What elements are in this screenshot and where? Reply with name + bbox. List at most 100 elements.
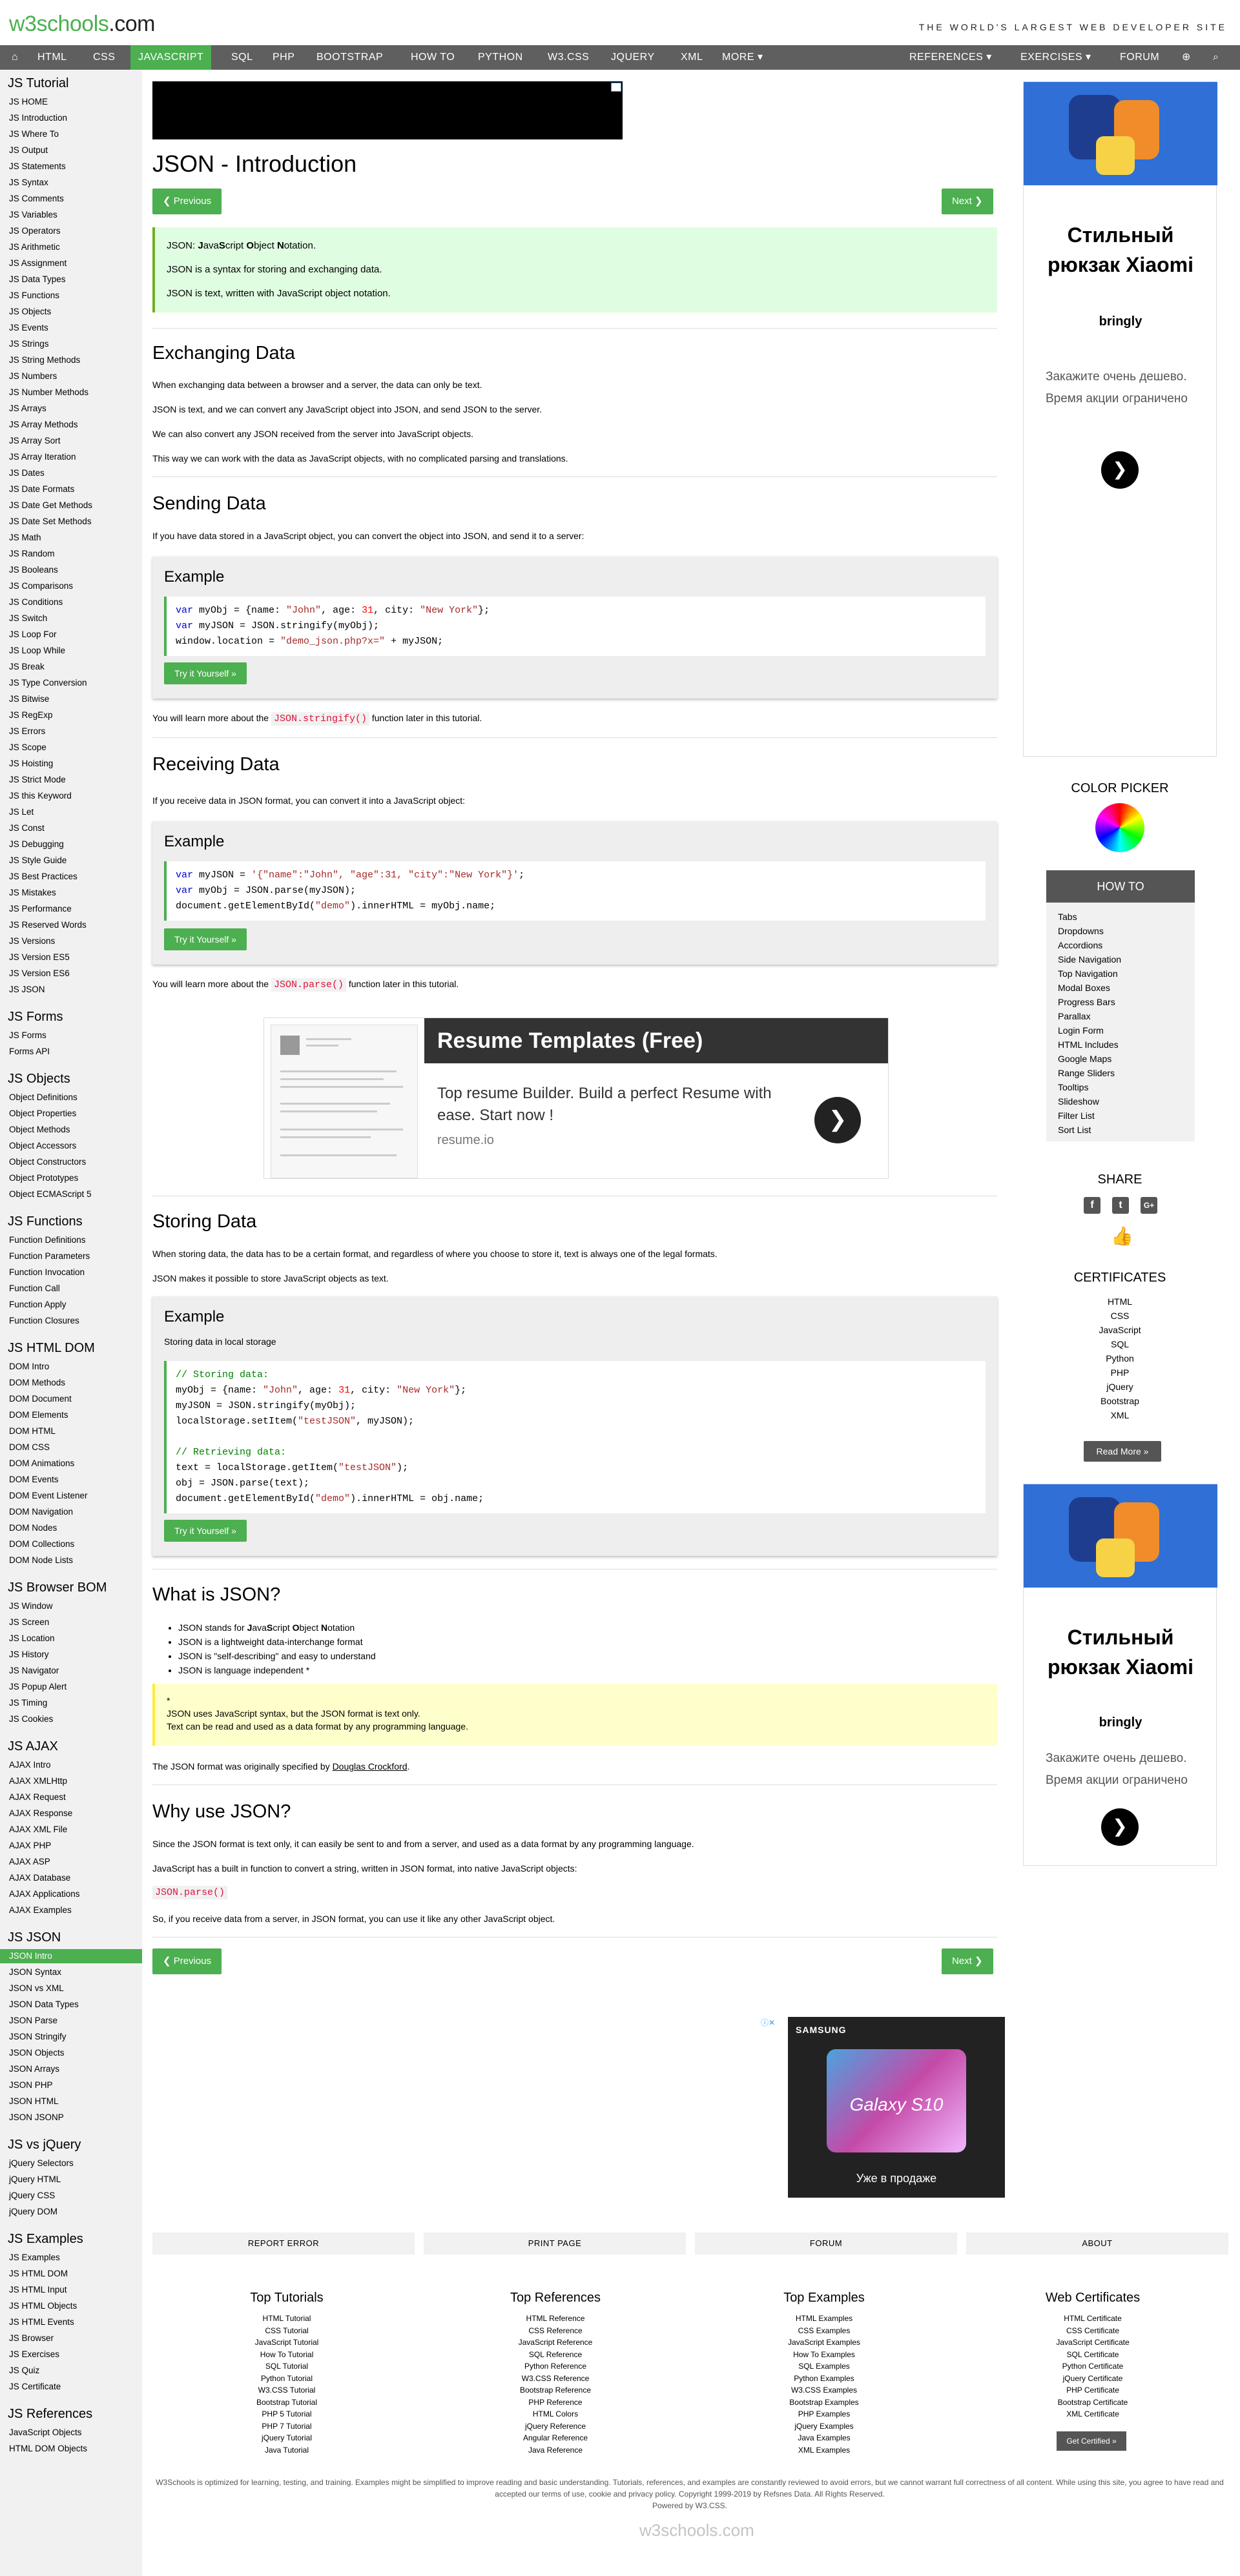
sidebar-item[interactable]: DOM Events: [9, 1475, 59, 1484]
sidebar-item[interactable]: JSON Stringify: [9, 2032, 67, 2041]
sidebar-item[interactable]: JS Array Sort: [9, 436, 61, 445]
sidebar-item[interactable]: Object Methods: [9, 1125, 70, 1134]
sidebar-item[interactable]: JS Certificate: [9, 2382, 61, 2391]
sidebar-item[interactable]: JS Introduction: [9, 113, 67, 123]
sidebar-item[interactable]: Object Constructors: [9, 1157, 86, 1167]
sidebar-item[interactable]: JS HTML Input: [9, 2285, 67, 2295]
sidebar-item[interactable]: DOM Collections: [9, 1539, 74, 1549]
sidebar-item[interactable]: JSON PHP: [9, 2080, 53, 2090]
howto-link[interactable]: Slideshow: [1058, 1096, 1099, 1107]
footer-link[interactable]: JavaScript Examples: [727, 2338, 921, 2347]
sidebar-item[interactable]: JS Browser: [9, 2333, 54, 2343]
sidebar-item[interactable]: JSON JSONP: [9, 2112, 64, 2122]
get-certified-button[interactable]: Get Certified »: [1057, 2431, 1126, 2451]
sidebar-item[interactable]: JS Cookies: [9, 1714, 53, 1724]
footer-logo[interactable]: w3schools.com: [639, 2520, 754, 2540]
sidebar-item[interactable]: DOM Node Lists: [9, 1555, 73, 1565]
footer-link[interactable]: CSS Tutorial: [190, 2326, 384, 2335]
sidebar-item[interactable]: JS HTML Events: [9, 2317, 74, 2327]
sidebar-item[interactable]: JS Style Guide: [9, 855, 67, 865]
nav-more[interactable]: MORE ▾: [714, 45, 770, 70]
sidebar-item[interactable]: JSON Intro: [0, 1949, 142, 1963]
sidebar-item[interactable]: JS Strings: [9, 339, 49, 349]
howto-link[interactable]: Parallax: [1058, 1011, 1091, 1021]
sidebar-item[interactable]: JS Quiz: [9, 2366, 39, 2375]
footer-link[interactable]: JavaScript Reference: [459, 2338, 652, 2347]
sidebar-item[interactable]: JS Timing: [9, 1698, 47, 1708]
sidebar-item[interactable]: JS Date Set Methods: [9, 516, 92, 526]
footer-link[interactable]: SQL Examples: [727, 2362, 921, 2371]
sidebar-item[interactable]: DOM Event Listener: [9, 1491, 88, 1500]
sidebar-item[interactable]: JS Data Types: [9, 274, 66, 284]
howto-link[interactable]: Top Navigation: [1058, 968, 1118, 979]
like-icon[interactable]: 👍: [1111, 1225, 1133, 1247]
howto-link[interactable]: Side Navigation: [1058, 954, 1121, 965]
chevron-right-icon[interactable]: ❯: [814, 1097, 861, 1143]
sidebar-item[interactable]: Function Call: [9, 1283, 60, 1293]
sidebar-item[interactable]: JS Scope: [9, 742, 46, 752]
sidebar-item[interactable]: JS RegExp: [9, 710, 53, 720]
nav-sql[interactable]: SQL: [223, 45, 261, 70]
certificate-link[interactable]: Python: [1023, 1353, 1217, 1364]
sidebar-item[interactable]: JSON Arrays: [9, 2064, 59, 2074]
sidebar-item[interactable]: Function Closures: [9, 1316, 79, 1325]
certificate-link[interactable]: XML: [1023, 1410, 1217, 1420]
footer-link[interactable]: Java Reference: [459, 2446, 652, 2455]
chevron-right-icon[interactable]: ❯: [1101, 1808, 1139, 1846]
footer-link[interactable]: Bootstrap Certificate: [996, 2398, 1190, 2407]
sidebar-item[interactable]: AJAX XMLHttp: [9, 1776, 67, 1786]
next-button[interactable]: Next ❯: [942, 189, 993, 214]
sidebar-item[interactable]: JS Best Practices: [9, 872, 78, 881]
nav-jquery[interactable]: JQUERY: [603, 45, 663, 70]
certificate-link[interactable]: CSS: [1023, 1311, 1217, 1321]
google-plus-icon[interactable]: G+: [1141, 1197, 1157, 1214]
sidebar-item[interactable]: JS Version ES5: [9, 952, 70, 962]
sidebar-item[interactable]: JS Popup Alert: [9, 1682, 67, 1692]
sidebar-item[interactable]: JS HTML Objects: [9, 2301, 77, 2311]
sidebar-item[interactable]: HTML DOM Objects: [9, 2444, 87, 2453]
sidebar-item[interactable]: JS Mistakes: [9, 888, 56, 897]
sidebar-item[interactable]: JS Switch: [9, 613, 47, 623]
howto-link[interactable]: Tabs: [1058, 912, 1077, 922]
twitter-icon[interactable]: t: [1112, 1197, 1129, 1214]
sidebar-item[interactable]: AJAX Response: [9, 1808, 72, 1818]
sidebar-item[interactable]: JSON Parse: [9, 2016, 57, 2025]
nav-html[interactable]: HTML: [30, 45, 75, 70]
howto-link[interactable]: Filter List: [1058, 1110, 1095, 1121]
sidebar-item[interactable]: JS Functions: [9, 291, 59, 300]
sidebar-item[interactable]: JS HOME: [9, 97, 48, 107]
sidebar-item[interactable]: jQuery CSS: [9, 2191, 55, 2200]
sidebar-item[interactable]: JS Events: [9, 323, 48, 332]
footer-link[interactable]: Python Certificate: [996, 2362, 1190, 2371]
sidebar-item[interactable]: AJAX Intro: [9, 1760, 51, 1770]
sidebar-item[interactable]: JS Array Methods: [9, 420, 78, 429]
sidebar-item[interactable]: AJAX Examples: [9, 1905, 72, 1915]
footer-link[interactable]: Python Reference: [459, 2362, 652, 2371]
footer-link[interactable]: Java Tutorial: [190, 2446, 384, 2455]
footer-link[interactable]: JavaScript Tutorial: [190, 2338, 384, 2347]
sidebar-item[interactable]: JSON Objects: [9, 2048, 65, 2058]
report-error-button[interactable]: REPORT ERROR: [152, 2233, 415, 2254]
sidebar-item[interactable]: JS Hoisting: [9, 759, 53, 768]
color-wheel-icon[interactable]: [1095, 803, 1144, 852]
howto-link[interactable]: Tooltips: [1058, 1082, 1088, 1092]
footer-link[interactable]: PHP 5 Tutorial: [190, 2409, 384, 2418]
footer-link[interactable]: JavaScript Certificate: [996, 2338, 1190, 2347]
sidebar-item[interactable]: Function Apply: [9, 1300, 67, 1309]
sidebar-item[interactable]: JS Reserved Words: [9, 920, 87, 930]
sidebar-item[interactable]: JS Break: [9, 662, 45, 671]
sidebar-item[interactable]: JS Errors: [9, 726, 45, 736]
sidebar-item[interactable]: JS Numbers: [9, 371, 57, 381]
footer-link[interactable]: CSS Reference: [459, 2326, 652, 2335]
footer-link[interactable]: Java Examples: [727, 2433, 921, 2442]
sidebar-item[interactable]: JSON HTML: [9, 2096, 59, 2106]
footer-link[interactable]: W3.CSS Tutorial: [190, 2386, 384, 2395]
sidebar-item[interactable]: JS Screen: [9, 1617, 49, 1627]
samsung-ad[interactable]: SAMSUNG Galaxy S10 Уже в продаже: [788, 2017, 1005, 2198]
sidebar-item[interactable]: JS Navigator: [9, 1666, 59, 1675]
sidebar-item[interactable]: JS History: [9, 1650, 49, 1659]
footer-link[interactable]: PHP Reference: [459, 2398, 652, 2407]
sidebar-item[interactable]: AJAX Applications: [9, 1889, 80, 1899]
footer-link[interactable]: SQL Tutorial: [190, 2362, 384, 2371]
nav-bootstrap[interactable]: BOOTSTRAP: [309, 45, 391, 70]
